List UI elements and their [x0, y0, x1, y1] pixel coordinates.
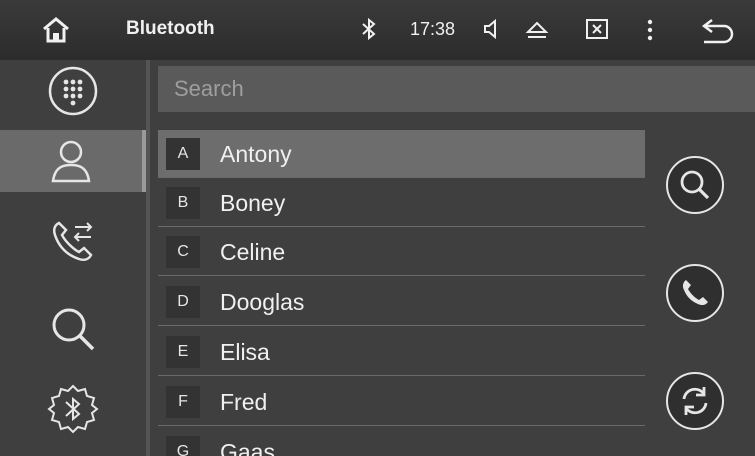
nav-search[interactable] [0, 298, 146, 360]
volume-icon[interactable] [482, 17, 504, 41]
index-letter: B [166, 187, 200, 219]
status-bar: Bluetooth 17:38 [0, 0, 755, 60]
contact-row[interactable]: D Dooglas [158, 278, 645, 326]
contact-name: Elisa [220, 339, 270, 365]
contact-name: Fred [220, 389, 268, 415]
person-icon [51, 140, 91, 183]
nav-contacts[interactable] [0, 130, 146, 192]
contact-name: Boney [220, 190, 286, 216]
index-letter: D [166, 286, 200, 318]
clock: 17:38 [410, 19, 456, 39]
contact-row[interactable]: C Celine [158, 228, 645, 276]
index-letter: F [166, 386, 200, 418]
contact-row[interactable]: A Antony [158, 130, 645, 178]
call-transfer-icon [52, 221, 93, 262]
bluetooth-gear-icon [47, 384, 99, 434]
search-icon [52, 308, 95, 351]
sync-icon [682, 387, 708, 415]
search-input[interactable] [158, 66, 755, 112]
index-letter: C [166, 236, 200, 268]
index-letter: A [166, 138, 200, 170]
bluetooth-icon [362, 17, 376, 41]
eject-icon[interactable] [524, 18, 550, 42]
index-letter: G [166, 436, 200, 456]
left-nav [0, 60, 146, 456]
contact-name: Gaas [220, 439, 275, 456]
search-bar[interactable] [158, 66, 755, 112]
contact-name: Dooglas [220, 289, 305, 315]
dialpad-icon [48, 66, 98, 116]
contact-name: Celine [220, 239, 286, 265]
index-letter: E [166, 336, 200, 368]
back-icon[interactable] [700, 16, 736, 44]
contact-row[interactable]: G Gaas [158, 428, 645, 456]
phone-icon [682, 280, 708, 306]
nav-bt-settings[interactable] [0, 378, 146, 440]
contact-list: A Antony B Boney C Celine D Dooglas E El… [158, 130, 645, 456]
nav-call-log[interactable] [0, 210, 146, 272]
search-contact-button[interactable] [666, 156, 724, 214]
contact-name: Antony [220, 141, 292, 167]
media-icon[interactable] [585, 17, 609, 41]
nav-divider [146, 60, 150, 456]
home-icon[interactable] [40, 14, 72, 46]
contact-row[interactable]: B Boney [158, 179, 645, 227]
search-icon [680, 170, 710, 200]
call-button[interactable] [666, 264, 724, 322]
page-title: Bluetooth [126, 18, 215, 39]
contact-row[interactable]: F Fred [158, 378, 645, 426]
more-icon[interactable] [645, 18, 655, 42]
contact-row[interactable]: E Elisa [158, 328, 645, 376]
sync-button[interactable] [666, 372, 724, 430]
nav-dialpad[interactable] [0, 60, 146, 122]
